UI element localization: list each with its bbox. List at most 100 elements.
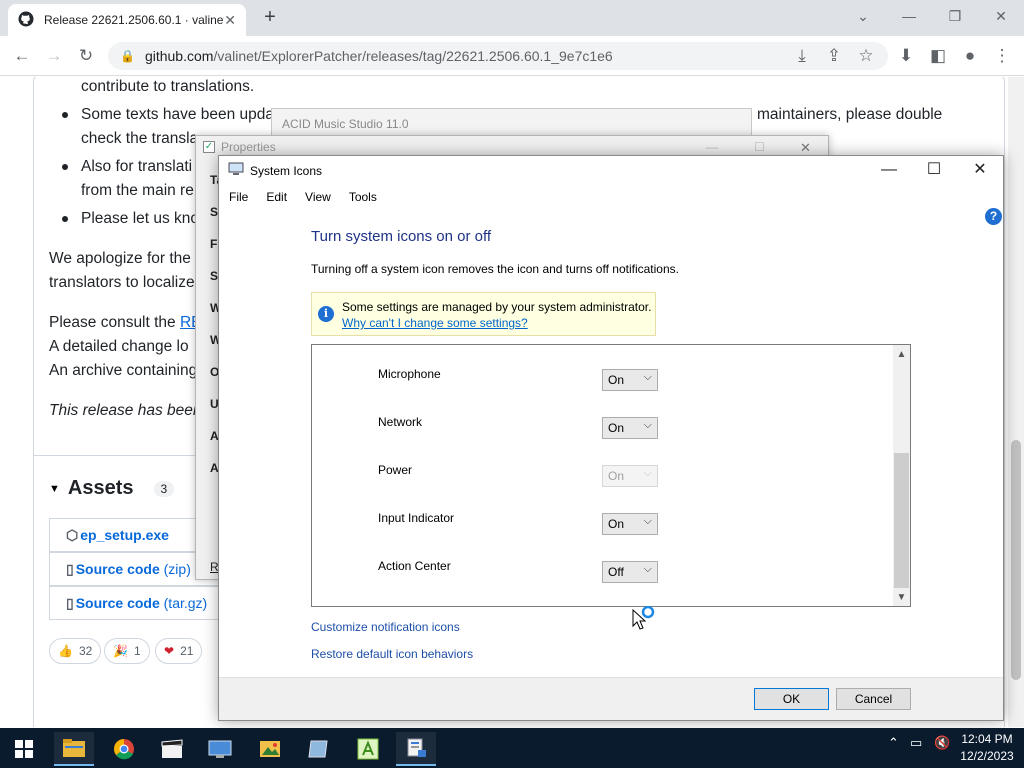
url-path: /valinet/ExplorerPatcher/releases/tag/22… [213,48,613,64]
dialog-maximize-icon[interactable]: ☐ [919,160,949,180]
release-text-line: check the transla [81,130,199,147]
back-icon[interactable]: ← [10,44,34,68]
address-bar[interactable]: 🔒 github.com/valinet/ExplorerPatcher/rel… [108,42,888,70]
forward-icon[interactable]: → [42,44,66,68]
new-tab-button[interactable]: + [258,6,282,30]
chevron-down-icon: ⌵ [643,515,652,527]
reload-icon[interactable]: ↻ [74,44,98,68]
input-indicator-select[interactable]: On ⌵ [602,513,658,535]
scroll-up-icon[interactable]: ▲ [893,346,910,363]
bullet-dot [62,164,68,170]
acid-taskbar-button[interactable] [348,732,388,766]
scroll-down-icon[interactable]: ▼ [893,589,910,606]
computer-icon [228,162,244,179]
restore-icon[interactable]: ❐ [932,4,978,28]
minimize-icon[interactable]: — [886,4,932,28]
properties-minimize-icon[interactable]: — [706,140,718,154]
acid-window-title: ACID Music Studio 11.0 [282,117,409,131]
properties-label: S [210,269,219,283]
properties-close-icon[interactable]: ✕ [800,140,811,156]
dialog-heading: Turn system icons on or off [311,228,492,245]
properties-label: S [210,205,219,219]
browser-tab[interactable]: Release 22621.2506.60.1 · valinet ✕ [8,4,246,36]
release-text-line: An archive containing [49,362,198,379]
downloads-icon[interactable]: ⬇ [894,44,918,68]
customize-notification-icons-link[interactable]: Customize notification icons [311,620,460,634]
asset-name[interactable]: Source code [76,561,160,577]
dialog-minimize-icon[interactable]: — [874,160,904,180]
asset-suffix: (zip) [163,561,191,577]
asset-name[interactable]: Source code [76,595,160,611]
reaction-button[interactable]: 🎉 1 [104,638,150,664]
reaction-button[interactable]: 👍 32 [49,638,102,664]
chevron-down-icon: ⌵ [643,371,652,383]
bookmark-star-icon[interactable]: ☆ [854,44,878,68]
menu-icon[interactable]: ⋮ [990,44,1014,68]
file-zip-icon: ▯ [66,594,74,611]
windows-logo-icon [15,740,33,758]
profile-icon[interactable]: ● [958,44,982,68]
row-label-input-indicator: Input Indicator [378,511,455,525]
reaction-button[interactable]: ❤ 21 [155,638,203,664]
start-button[interactable] [4,732,44,766]
network-tray-icon[interactable]: ▭ [910,735,922,751]
assets-header[interactable]: ▼ Assets 3 [49,477,175,500]
file-explorer-taskbar-button[interactable] [54,732,94,766]
show-hidden-icons-icon[interactable]: ⌃ [888,735,899,751]
row-label-action-center: Action Center [378,559,451,573]
chrome-taskbar-button[interactable] [104,732,144,766]
release-text-line: contribute to translations. [81,78,255,95]
restore-default-icons-link[interactable]: Restore default icon behaviors [311,647,473,661]
dialog-close-icon[interactable]: ✕ [965,160,995,180]
bullet-dot [62,216,68,222]
bullet-dot [62,112,68,118]
properties-title-bar: ✓ Properties [203,140,276,154]
reaction-count: 32 [78,644,93,658]
dialog-menu-bar: File Edit View Tools [219,186,1003,208]
menu-view[interactable]: View [305,190,331,204]
control-panel-taskbar-button[interactable] [396,732,436,766]
microphone-select[interactable]: On ⌵ [602,369,658,391]
chrome-icon [114,739,134,760]
photo-app-taskbar-button[interactable] [250,732,290,766]
asset-suffix: (tar.gz) [163,595,208,611]
menu-edit[interactable]: Edit [266,190,287,204]
package-icon: ⬡ [66,526,79,543]
clock-date: 12/2/2023 [960,749,1014,763]
side-panel-icon[interactable]: ◧ [926,44,950,68]
action-center-select[interactable]: Off ⌵ [602,561,658,583]
taskbar-clock[interactable]: 12:04 PM 12/2/2023 [955,731,1019,765]
why-cant-change-link[interactable]: Why can't I change some settings? [342,315,651,331]
install-app-icon[interactable]: ⤓ [790,44,814,68]
chevron-down-icon: ⌵ [643,563,652,575]
vegas-taskbar-button[interactable] [200,732,240,766]
assets-title: Assets [67,477,134,499]
tab-search-icon[interactable]: ⌄ [840,4,886,28]
properties-maximize-icon[interactable]: ☐ [754,140,765,154]
menu-tools[interactable]: Tools [349,190,377,204]
clock-time: 12:04 PM [961,732,1013,746]
menu-file[interactable]: File [229,190,248,204]
cancel-button[interactable]: Cancel [836,688,911,710]
reaction-count: 1 [133,644,141,658]
volume-muted-tray-icon[interactable]: 🔇 [934,735,950,751]
thumbs-up-icon: 👍 [58,644,73,658]
file-zip-icon: ▯ [66,560,74,577]
notepad-taskbar-button[interactable] [298,732,338,766]
network-select[interactable]: On ⌵ [602,417,658,439]
ok-button[interactable]: OK [754,688,829,710]
power-select: On ⌵ [602,465,658,487]
help-icon[interactable]: ? [985,208,1002,225]
asset-name[interactable]: ep_setup.exe [80,527,169,543]
list-scroll-thumb[interactable] [894,453,909,588]
select-value: On [608,373,625,387]
video-editor-taskbar-button[interactable] [152,732,192,766]
select-value: On [608,421,625,435]
info-icon: i [318,306,334,322]
page-scroll-thumb[interactable] [1011,440,1021,680]
acid-music-studio-window[interactable]: ACID Music Studio 11.0 [271,108,752,138]
close-window-icon[interactable]: ✕ [978,4,1024,28]
share-icon[interactable]: ⇪ [822,44,846,68]
lock-icon: 🔒 [120,49,135,63]
tab-close-icon[interactable]: ✕ [224,12,236,29]
